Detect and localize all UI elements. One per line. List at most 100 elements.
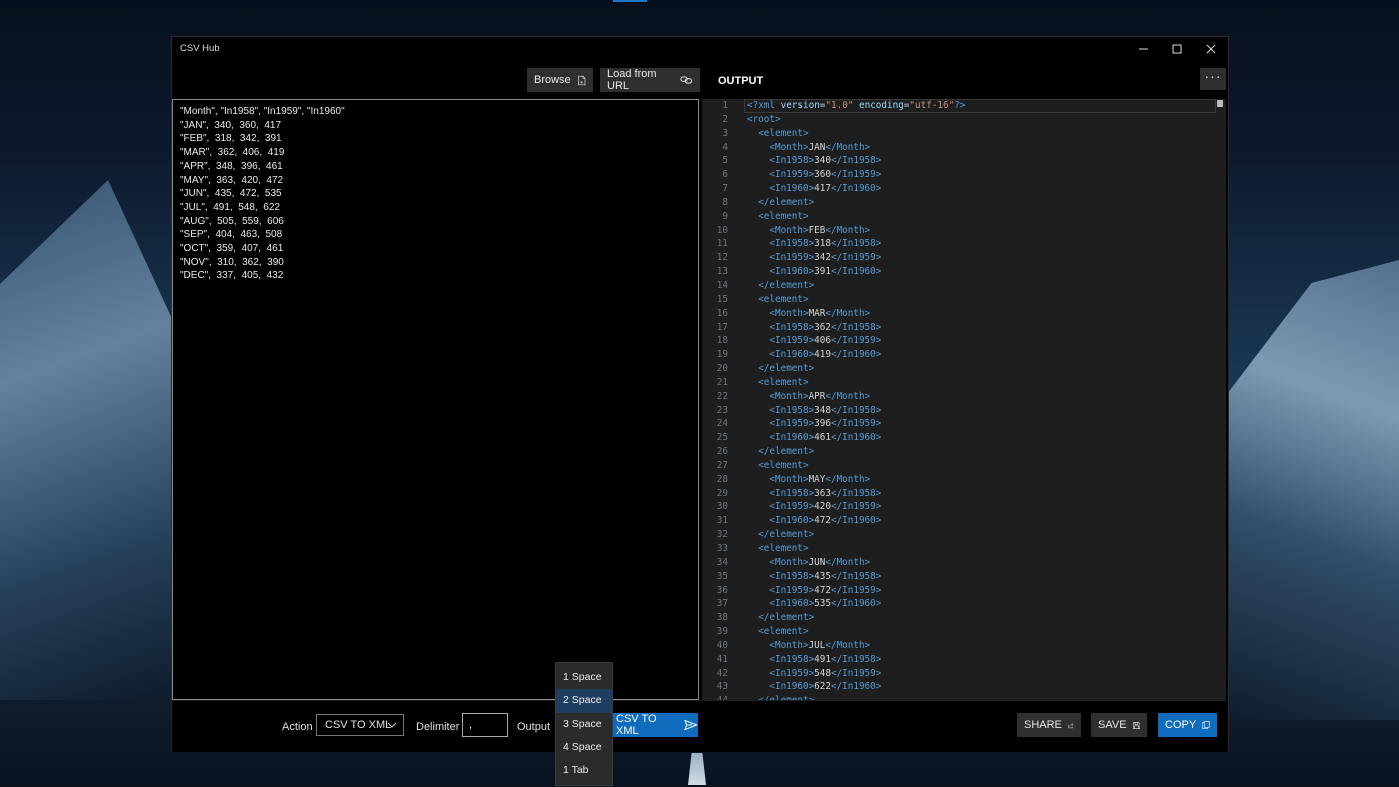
indent-option[interactable]: 1 Tab — [556, 759, 612, 782]
csv-input-line: "APR", 348, 396, 461 — [180, 160, 283, 172]
xml-output-editor[interactable]: 1 <?xml version="1.0" encoding="utf-16"?>… — [702, 99, 1226, 700]
background-mountain-right — [1224, 260, 1399, 720]
line-number: 11 — [716, 238, 728, 250]
line-number: 20 — [716, 363, 728, 375]
editor-line: 42 <In1959>548</In1959> — [702, 667, 1226, 681]
line-number: 32 — [716, 529, 728, 541]
minimize-button[interactable] — [1128, 40, 1160, 58]
convert-button[interactable]: CSV TO XML — [608, 713, 698, 737]
save-label: SAVE — [1098, 719, 1127, 731]
code-text: <In1958>491</In1958> — [769, 653, 882, 665]
code-text: <In1959>548</In1959> — [769, 667, 882, 679]
editor-line: 37 <In1960>535</In1960> — [702, 597, 1226, 611]
code-text: <In1959>396</In1959> — [769, 418, 882, 430]
editor-line: 2 <root> — [702, 113, 1226, 127]
line-number: 13 — [716, 266, 728, 278]
editor-line: 7 <In1960>417</In1960> — [702, 182, 1226, 196]
editor-line: 23 <In1958>348</In1958> — [702, 404, 1226, 418]
csv-input-content: "Month", "In1958", "In1959", "In1960" "JA… — [173, 100, 698, 283]
editor-line: 5 <In1958>340</In1958> — [702, 154, 1226, 168]
code-text: <element> — [758, 210, 809, 222]
load-from-url-button[interactable]: Load from URL — [600, 68, 700, 92]
bottom-bar: Action CSV TO XML Delimiter , Output CSV… — [172, 700, 1228, 752]
csv-input-line: "JUN", 435, 472, 535 — [180, 188, 282, 200]
close-button[interactable] — [1195, 40, 1227, 58]
xml-output-content: 1 <?xml version="1.0" encoding="utf-16"?>… — [702, 99, 1226, 700]
line-number: 24 — [716, 418, 728, 430]
window-title: CSV Hub — [180, 43, 220, 54]
code-text: </element> — [758, 529, 815, 541]
copy-button[interactable]: COPY — [1158, 713, 1217, 737]
editor-line: 8 </element> — [702, 196, 1226, 210]
code-text: <element> — [758, 127, 809, 139]
road-marking — [688, 753, 706, 785]
maximize-icon — [1172, 44, 1182, 54]
line-number: 31 — [716, 515, 728, 527]
output-indent-label: Output — [517, 721, 551, 733]
code-text: <Month>JUN</Month> — [769, 556, 871, 568]
copy-label: COPY — [1165, 719, 1197, 731]
output-heading: OUTPUT — [718, 75, 764, 87]
line-number: 19 — [716, 349, 728, 361]
indent-option[interactable]: 1 Space — [556, 666, 612, 689]
editor-line: 27 <element> — [702, 459, 1226, 473]
code-text: <In1960>419</In1960> — [769, 349, 882, 361]
line-number: 6 — [722, 169, 728, 181]
background-mountain-left — [0, 180, 180, 700]
code-text: <In1958>348</In1958> — [769, 404, 882, 416]
code-text: <Month>MAR</Month> — [769, 307, 871, 319]
line-number: 16 — [716, 307, 728, 319]
csv-input-line: "SEP", 404, 463, 508 — [180, 229, 283, 241]
indent-option[interactable]: 2 Space — [556, 689, 612, 713]
close-icon — [1206, 44, 1216, 54]
load-from-url-label: Load from URL — [607, 68, 657, 92]
csv-input-line: "Month", "In1958", "In1959", "In1960" — [180, 106, 345, 117]
code-text: <In1960>461</In1960> — [769, 432, 882, 444]
editor-line: 36 <In1959>472</In1959> — [702, 584, 1226, 598]
editor-line: 41 <In1958>491</In1958> — [702, 653, 1226, 667]
line-number: 28 — [716, 473, 728, 485]
delimiter-input[interactable]: , — [462, 713, 508, 737]
code-text: </element> — [758, 363, 815, 375]
csv-input-line: "MAY", 363, 420, 472 — [180, 174, 284, 186]
action-select[interactable]: CSV TO XML — [316, 714, 404, 736]
editor-line: 9 <element> — [702, 210, 1226, 224]
code-text: </element> — [758, 612, 815, 624]
csv-input-line: "NOV", 310, 362, 390 — [180, 256, 284, 268]
save-button[interactable]: SAVE — [1091, 713, 1147, 737]
editor-scrollbar-thumb[interactable] — [1217, 100, 1223, 107]
indent-option[interactable]: 3 Space — [556, 713, 612, 736]
editor-line: 21 <element> — [702, 376, 1226, 390]
code-text: </element> — [758, 279, 815, 291]
more-options-button[interactable]: ··· — [1200, 68, 1226, 90]
code-text: <In1959>472</In1959> — [769, 584, 882, 596]
editor-line: 30 <In1959>420</In1959> — [702, 500, 1226, 514]
maximize-button[interactable] — [1161, 40, 1193, 58]
csv-input-textarea[interactable]: "Month", "In1958", "In1959", "In1960" "JA… — [172, 99, 699, 700]
line-number: 34 — [716, 556, 728, 568]
code-text: <In1959>360</In1959> — [769, 169, 882, 181]
share-label: SHARE — [1024, 719, 1062, 731]
code-text: <Month>MAY</Month> — [769, 473, 871, 485]
editor-line: 17 <In1958>362</In1958> — [702, 321, 1226, 335]
share-button[interactable]: SHARE — [1017, 713, 1081, 737]
title-bar[interactable]: CSV Hub — [172, 37, 1228, 61]
indent-option[interactable]: 4 Space — [556, 736, 612, 759]
save-icon — [1132, 721, 1140, 729]
browse-button[interactable]: Browse — [527, 68, 593, 92]
line-number: 12 — [716, 252, 728, 264]
csv-input-line: "JUL", 491, 548, 622 — [180, 201, 280, 213]
editor-line: 35 <In1958>435</In1958> — [702, 570, 1226, 584]
code-text: <In1960>417</In1960> — [769, 183, 882, 195]
browse-label: Browse — [534, 74, 571, 86]
code-text: </element> — [758, 446, 815, 458]
editor-line: 1 <?xml version="1.0" encoding="utf-16"?> — [702, 99, 1226, 113]
line-number: 5 — [722, 155, 728, 167]
editor-line: 14 </element> — [702, 279, 1226, 293]
csv-input-line: "JAN", 340, 360, 417 — [180, 119, 282, 131]
code-text: <In1960>472</In1960> — [769, 515, 882, 527]
editor-line: 11 <In1958>318</In1958> — [702, 237, 1226, 251]
csv-input-line: "DEC", 337, 405, 432 — [180, 270, 284, 282]
line-number: 23 — [716, 404, 728, 416]
taskbar-accent — [613, 0, 647, 2]
